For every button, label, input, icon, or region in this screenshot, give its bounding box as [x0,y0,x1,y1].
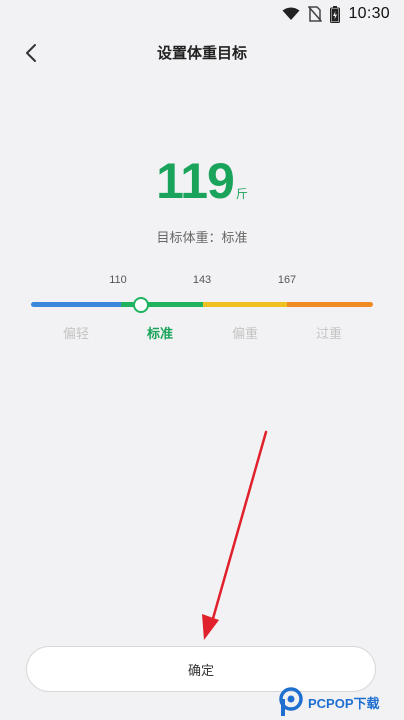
wifi-icon [282,7,300,20]
status-icons: 10:30 [282,4,390,24]
scale-segment-overweight[interactable] [203,302,287,307]
scale-tick-143: 143 [192,274,212,286]
watermark: PCPOP下载 [278,686,380,718]
weight-slider-knob[interactable] [133,297,149,313]
watermark-text: PCPOP下载 [308,695,380,711]
category-overweight: 偏重 [231,327,259,342]
status-bar: 10:30 [0,0,404,28]
no-sim-icon [308,6,323,22]
category-obese: 过重 [315,327,343,342]
scale-segment-underweight[interactable] [31,302,121,307]
page-title: 设置体重目标 [156,44,247,62]
weight-unit: 斤 [235,187,248,201]
target-weight-label: 目标体重：标准 [156,231,248,246]
category-underweight: 偏轻 [62,327,90,342]
status-time: 10:30 [348,5,390,22]
pcpop-logo-icon [279,687,303,716]
weight-display: 119 斤 [0,152,404,210]
category-normal: 标准 [146,327,174,342]
battery-icon [330,5,341,23]
scale-segment-obese[interactable] [287,302,373,307]
scale-tick-167: 167 [277,274,297,286]
weight-value: 119 [156,153,235,209]
annotation-arrow [202,430,268,640]
nav-bar: 设置体重目标 [0,28,404,78]
scale-tick-110: 110 [109,274,127,286]
